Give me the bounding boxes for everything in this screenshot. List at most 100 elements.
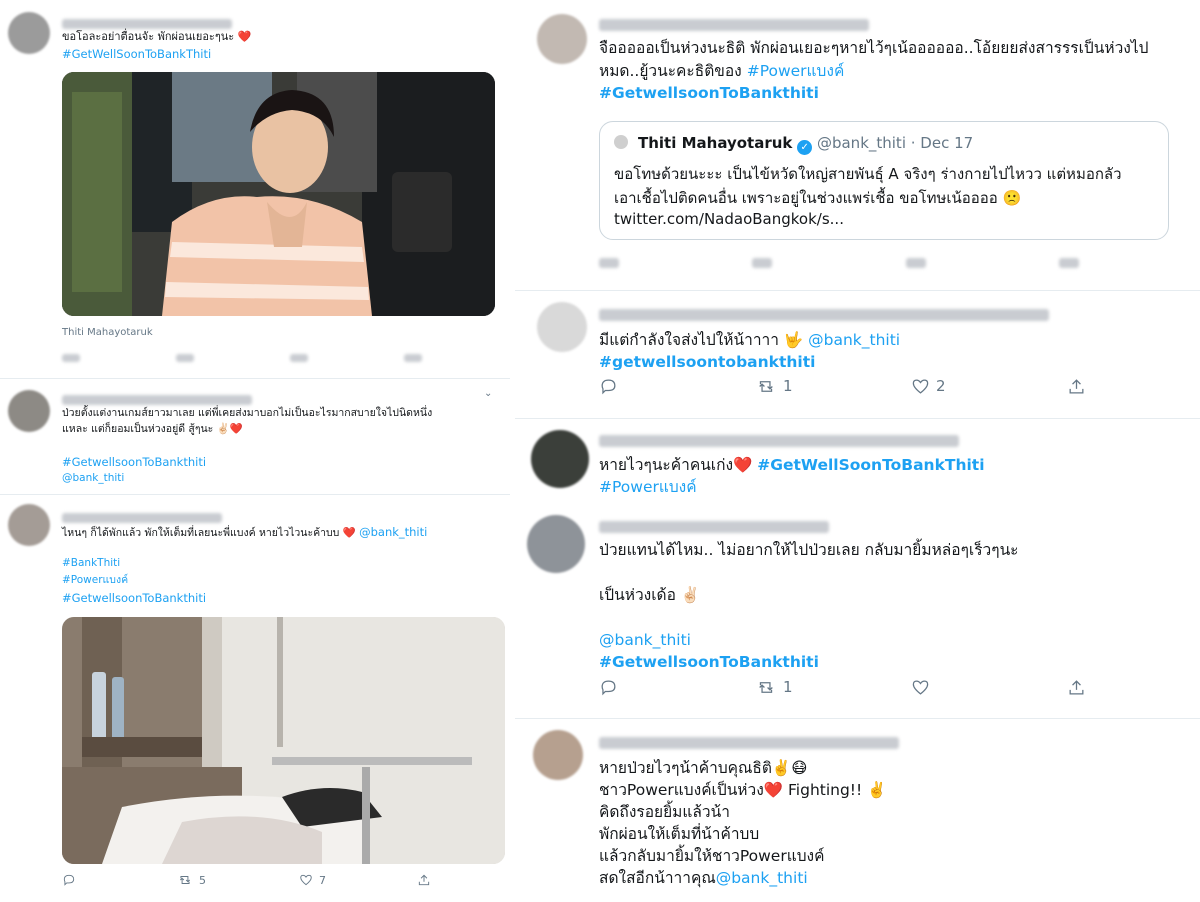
- quote-handle: @bank_thiti: [816, 134, 906, 152]
- divider: [0, 378, 510, 379]
- reply-icon[interactable]: [599, 258, 619, 268]
- heart-icon[interactable]: [905, 258, 926, 268]
- share-icon[interactable]: [1058, 258, 1079, 268]
- tweet-actions: [599, 258, 1079, 268]
- retweet-icon[interactable]: [752, 258, 773, 268]
- right-screenshot-panel: จือออออเป็นห่วงนะธิติ พักผ่อนเยอะๆหายไว้…: [515, 0, 1200, 902]
- mention[interactable]: @bank_thiti: [716, 869, 808, 887]
- tweet-text: หายไวๆนะค้าคนเก่ง❤️ #GetWellSoonToBankTh…: [599, 455, 985, 475]
- reply-button[interactable]: [62, 873, 76, 887]
- quoted-tweet[interactable]: Thiti Mahayotaruk ✓ @bank_thiti · Dec 17…: [599, 121, 1169, 240]
- avatar[interactable]: [8, 504, 50, 546]
- like-button[interactable]: 2: [911, 377, 946, 396]
- tweet-text-body: มีแต่กำลังใจส่งไปให้น้าาาา 🤟: [599, 331, 804, 349]
- mention[interactable]: @bank_thiti: [808, 331, 900, 349]
- reply-button[interactable]: [599, 678, 618, 697]
- tweet-photo[interactable]: [62, 72, 495, 316]
- divider: [515, 290, 1200, 291]
- tweet-text-line2: แหละ แต่ก็ยอมเป็นห่วงอยู่ดี สู้ๆนะ ✌🏻❤️: [62, 423, 243, 435]
- retweet-icon[interactable]: [176, 354, 194, 362]
- like-button[interactable]: [911, 678, 930, 697]
- tweet-text-body: ไหนๆ ก็ได้พักแล้ว พักให้เต็มที่เลยนะพี่แ…: [62, 527, 356, 539]
- divider: [515, 718, 1200, 719]
- tweet-text-line1: จือออออเป็นห่วงนะธิติ พักผ่อนเยอะๆหายไว้…: [599, 39, 1149, 57]
- reply-icon: [601, 379, 616, 394]
- avatar[interactable]: [537, 14, 587, 64]
- heart-icon: [912, 379, 929, 394]
- heart-icon: [912, 680, 929, 695]
- tweet-text-body: หมด..ยู้วนะคะธิติของ: [599, 62, 742, 80]
- retweet-count: 1: [783, 678, 793, 696]
- retweet-icon: [180, 876, 190, 884]
- chevron-down-icon[interactable]: ⌄: [484, 388, 492, 399]
- tweet-text-line2: ชาวPowerแบงค์เป็นห่วง❤️ Fighting!! ✌️: [599, 781, 887, 799]
- share-icon: [1069, 679, 1084, 694]
- mention[interactable]: @bank_thiti: [62, 472, 124, 486]
- mention[interactable]: @bank_thiti: [599, 630, 691, 650]
- hashtag[interactable]: #GetwellsoonToBankthiti: [62, 455, 206, 470]
- tweet-text-line6: สดใสอีกน้าาาคุณ@bank_thiti: [599, 868, 808, 888]
- hashtag[interactable]: #GetWellSoonToBankThiti: [62, 47, 211, 62]
- share-icon[interactable]: [404, 354, 422, 362]
- hashtag[interactable]: #Powerแบงค์: [747, 62, 845, 80]
- hashtag[interactable]: #GetwellsoonToBankthiti: [599, 652, 819, 672]
- user-name-blurred: [599, 306, 1049, 325]
- divider: [0, 494, 510, 495]
- hashtag[interactable]: #GetwellsoonToBankthiti: [62, 591, 206, 606]
- hashtag[interactable]: #GetwellsoonToBankthiti: [599, 83, 819, 103]
- tweet-text-line5: แล้วกลับมายิ้มให้ชาวPowerแบงค์: [599, 847, 825, 865]
- tweet-text-line1: ป่วยแทนได้ไหม.. ไม่อยากให้ไปป่วยเลย กลับ…: [599, 541, 1019, 559]
- share-icon: [1069, 378, 1084, 393]
- heart-icon[interactable]: [290, 354, 308, 362]
- reply-button[interactable]: [599, 377, 618, 396]
- retweet-count: 5: [199, 873, 206, 887]
- tweet-text-body: หายไวๆนะค้าคนเก่ง❤️: [599, 456, 753, 474]
- hashtag[interactable]: #Powerแบงค์: [599, 477, 697, 497]
- hashtag[interactable]: #getwellsoontobankthiti: [599, 352, 815, 372]
- tweet-photo[interactable]: [62, 617, 505, 864]
- quote-text-line1: ขอโทษด้วยนะะะ เป็นไข้หวัดใหญ่สายพันธุ์ A…: [614, 165, 1122, 183]
- avatar[interactable]: [8, 390, 50, 432]
- quote-link[interactable]: twitter.com/NadaoBangkok/s...: [614, 210, 844, 228]
- avatar[interactable]: [531, 430, 589, 488]
- hashtag[interactable]: #Powerแบงค์: [62, 574, 128, 588]
- like-count: 2: [936, 377, 946, 395]
- retweet-button[interactable]: 5: [177, 873, 206, 887]
- quote-date: · Dec 17: [910, 134, 974, 152]
- tweet-text: ไหนๆ ก็ได้พักแล้ว พักให้เต็มที่เลยนะพี่แ…: [62, 525, 427, 541]
- tweet-text-line2: หมด..ยู้วนะคะธิติของ #Powerแบงค์: [599, 61, 844, 81]
- hashtag[interactable]: #GetWellSoonToBankThiti: [757, 456, 984, 474]
- tweet-text-line1: หายป่วยไวๆน้าค้าบคุณธิติ✌️😷: [599, 759, 808, 777]
- avatar[interactable]: [537, 302, 587, 352]
- avatar[interactable]: [533, 730, 583, 780]
- share-button[interactable]: [1067, 377, 1086, 396]
- avatar[interactable]: [527, 515, 585, 573]
- reply-icon: [601, 680, 616, 695]
- retweet-icon: [759, 380, 773, 392]
- quote-avatar: [614, 135, 628, 149]
- heart-icon: [300, 874, 312, 886]
- quote-text-line2: เอาเชื้อไปติดคนอื่น เพราะอยู่ในช่วงแพร่เ…: [614, 189, 1022, 207]
- like-button[interactable]: 7: [299, 873, 326, 887]
- retweet-button[interactable]: 1: [755, 377, 793, 396]
- like-count: 7: [319, 873, 326, 887]
- tweet-text-line4: พักผ่อนให้เต็มที่น้าค้าบบ: [599, 825, 760, 843]
- divider: [515, 418, 1200, 419]
- reply-icon[interactable]: [62, 354, 80, 362]
- hashtag[interactable]: #BankThiti: [62, 557, 120, 571]
- left-screenshot-panel: ขอโอละอย่าตื่อนจัะ พักผ่อนเยอะๆนะ ❤️ #Ge…: [0, 0, 510, 902]
- photo-person-image: [62, 72, 495, 316]
- quote-author-name: Thiti Mahayotaruk: [638, 134, 793, 152]
- share-button[interactable]: [417, 873, 431, 887]
- user-name-blurred: [599, 16, 869, 35]
- retweet-count: 1: [783, 377, 793, 395]
- mention[interactable]: @bank_thiti: [359, 525, 427, 539]
- photo-caption: Thiti Mahayotaruk: [62, 327, 153, 338]
- retweet-button[interactable]: 1: [755, 678, 793, 697]
- tweet-text-body: สดใสอีกน้าาาคุณ: [599, 869, 716, 887]
- user-name-blurred: [599, 518, 829, 537]
- tweet-text-line1: ป่วยตั้งแต่งานเกมส์ยาวมาเลย แต่พี่เคยส่ง…: [62, 407, 433, 419]
- retweet-icon: [759, 681, 773, 693]
- avatar[interactable]: [8, 12, 50, 54]
- share-button[interactable]: [1067, 678, 1086, 697]
